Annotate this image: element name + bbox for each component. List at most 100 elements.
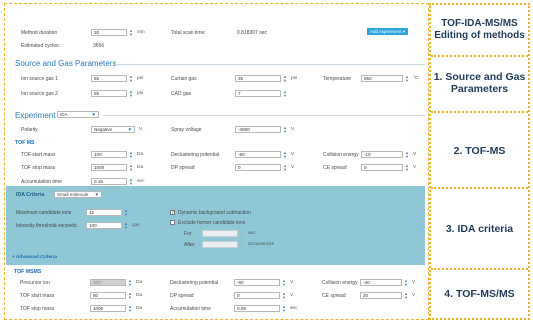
msms-tof-start-mass-label: TOF start mass (20, 293, 55, 299)
dp-spread-spinner[interactable]: ▲ ▼ (283, 164, 287, 172)
tof-stop-mass-input[interactable]: 1000 (91, 164, 127, 171)
dynamic-background-label: Dynamic background subtraction (178, 210, 251, 216)
tof-ms-title: TOF MS (15, 140, 35, 146)
sec-unit: sec (290, 306, 298, 311)
cps-unit: cps (132, 223, 140, 228)
max-candidate-ions-input[interactable]: 12 (86, 209, 122, 216)
exclude-after-spinner[interactable]: ▲ ▼ (240, 241, 244, 249)
exclude-for-spinner[interactable]: ▲ ▼ (240, 230, 244, 238)
ion-source-gas2-spinner[interactable]: ▲ ▼ (129, 90, 133, 98)
precursor-ion-label: Precursor ion (20, 280, 50, 286)
volt-unit: V (290, 280, 294, 285)
curtain-gas-spinner[interactable]: ▲ ▼ (283, 75, 287, 83)
msms-ce-spread-input[interactable]: 20 (360, 292, 402, 299)
msms-tof-start-mass-input[interactable]: 50 (90, 292, 126, 299)
exclude-former-ions-checkbox[interactable] (170, 220, 175, 225)
tof-msms-title: TOF MSMS (14, 269, 42, 275)
ion-source-gas1-input[interactable]: 55 (91, 75, 127, 82)
msms-declustering-potential-input[interactable]: -80 (234, 279, 280, 286)
msms-accumulation-time-label: Accumulation time (170, 306, 211, 312)
msms-accumulation-time-input[interactable]: 0.05 (234, 305, 280, 312)
experiment-select[interactable]: IDA ▼ (57, 111, 99, 118)
intensity-threshold-input[interactable]: 100 (86, 222, 122, 229)
estimated-cycles-value: 3656 (93, 43, 105, 49)
declustering-potential-spinner[interactable]: ▲ ▼ (283, 151, 287, 159)
msms-collision-energy-label: Collision energy (322, 280, 358, 286)
max-candidate-ions-spinner[interactable]: ▲ ▼ (124, 209, 128, 217)
temperature-label: Temperature (323, 76, 352, 82)
accumulation-time-spinner[interactable]: ▲ ▼ (129, 178, 133, 186)
polarity-label: Polarity (21, 127, 38, 133)
msms-collision-energy-spinner[interactable]: ▲ ▼ (404, 279, 408, 287)
curtain-gas-label: Curtain gas (171, 76, 197, 82)
tof-stop-mass-spinner[interactable]: ▲ ▼ (129, 164, 133, 172)
ida-criteria-panel: IDA Criteria Small molecule ▼ Maximum ca… (6, 186, 425, 265)
volt-unit: V (291, 165, 295, 170)
chevron-down-icon: ▾ (402, 29, 406, 34)
ida-criteria-select[interactable]: Small molecule ▼ (54, 191, 102, 198)
sidebar-section-tof-ms: 2. TOF-MS (453, 145, 506, 157)
volt-unit: V (139, 127, 143, 132)
declustering-potential-input[interactable]: -80 (235, 151, 281, 158)
dp-spread-input[interactable]: 0 (235, 164, 281, 171)
tof-start-mass-spinner[interactable]: ▲ ▼ (129, 151, 133, 159)
ion-source-gas2-input[interactable]: 55 (91, 90, 127, 97)
msms-ce-spread-spinner[interactable]: ▲ ▼ (404, 292, 408, 300)
da-unit: Da (137, 165, 144, 170)
section-divider (113, 64, 425, 65)
chevron-down-icon: ▼ (127, 127, 132, 132)
precursor-ion-spinner[interactable]: ▲ ▼ (128, 279, 132, 287)
collision-energy-spinner[interactable]: ▲ ▼ (405, 151, 409, 159)
exclude-for-input[interactable] (202, 230, 238, 237)
ce-spread-spinner[interactable]: ▲ ▼ (405, 164, 409, 172)
estimated-cycles-label: Estimated cycles: (21, 43, 60, 49)
msms-accumulation-time-spinner[interactable]: ▲ ▼ (282, 305, 286, 313)
tof-stop-mass-label: TOF stop mass (21, 165, 56, 171)
sidebar-title: TOF-IDA-MS/MS Editing of methods (434, 18, 525, 41)
spray-voltage-input[interactable]: -4500 (235, 126, 281, 133)
cad-gas-input[interactable]: 7 (235, 90, 281, 97)
msms-tof-stop-mass-spinner[interactable]: ▲ ▼ (128, 305, 132, 313)
msms-tof-start-mass-spinner[interactable]: ▲ ▼ (128, 292, 132, 300)
intensity-threshold-label: Intensity threshold exceeds (16, 223, 77, 229)
cad-gas-spinner[interactable]: ▲ ▼ (283, 90, 287, 98)
msms-tof-stop-mass-label: TOF stop mass (20, 306, 55, 312)
add-experiment-button[interactable]: Add experiment ▾ (367, 28, 409, 35)
tof-start-mass-input[interactable]: 100 (91, 151, 127, 158)
sidebar-section-ida-criteria: 3. IDA criteria (445, 223, 514, 235)
method-duration-spinner[interactable]: ▲ ▼ (129, 29, 133, 37)
collision-energy-label: Collision energy (323, 152, 359, 158)
precursor-ion-input[interactable]: 100 (90, 279, 126, 286)
polarity-select[interactable]: Negative ▼ (91, 126, 135, 133)
msms-collision-energy-input[interactable]: -40 (360, 279, 402, 286)
dynamic-background-checkbox[interactable]: ✓ (170, 210, 175, 216)
section-divider (103, 115, 425, 116)
volt-unit: V (412, 293, 416, 298)
cad-gas-label: CAD gas (171, 91, 192, 97)
temperature-input[interactable]: 550 (361, 75, 403, 82)
psi-unit: psi (137, 76, 144, 81)
collision-energy-input[interactable]: -10 (361, 151, 403, 158)
temperature-spinner[interactable]: ▲ ▼ (405, 75, 409, 83)
method-duration-unit: min (137, 30, 145, 35)
total-scan-time-label: Total scan time: (171, 30, 206, 36)
exclude-after-input[interactable] (202, 241, 238, 248)
spray-voltage-spinner[interactable]: ▲ ▼ (283, 126, 287, 134)
curtain-gas-input[interactable]: 35 (235, 75, 281, 82)
for-label: For (184, 231, 192, 237)
ce-spread-input[interactable]: 0 (361, 164, 403, 171)
ion-source-gas1-spinner[interactable]: ▲ ▼ (129, 75, 133, 83)
method-duration-input[interactable]: 30 (91, 29, 127, 36)
for-unit: sec (248, 231, 256, 236)
msms-tof-stop-mass-input[interactable]: 1000 (90, 305, 126, 312)
after-label: After (184, 242, 195, 248)
accumulation-time-input[interactable]: 0.15 (91, 178, 127, 185)
msms-dp-spread-input[interactable]: 0 (234, 292, 280, 299)
intensity-threshold-spinner[interactable]: ▲ ▼ (124, 222, 128, 230)
sidebar-divider (431, 187, 528, 189)
msms-declustering-potential-spinner[interactable]: ▲ ▼ (282, 279, 286, 287)
experiment-section-title: Experiment (15, 111, 56, 120)
msms-dp-spread-spinner[interactable]: ▲ ▼ (282, 292, 286, 300)
advanced-criteria-link[interactable]: + Advanced Criteria (12, 255, 57, 260)
tof-start-mass-label: TOF start mass (21, 152, 56, 158)
